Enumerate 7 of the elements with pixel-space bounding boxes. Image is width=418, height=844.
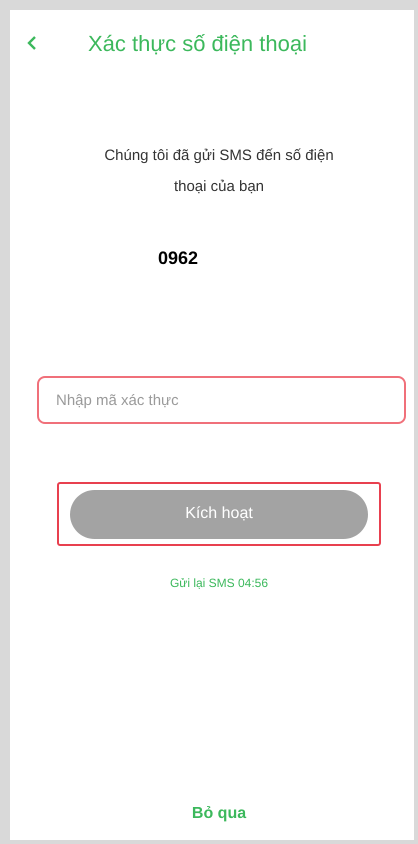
verification-code-field[interactable]: Nhập mã xác thực [37,376,406,424]
back-icon [27,35,37,51]
screen-title: Xác thực số điện thoại [88,30,307,58]
sms-sent-message: Chúng tôi đã gửi SMS đến số điện thoại của bạn [103,146,335,197]
phone-number: 0962 [158,247,198,270]
skip-link[interactable]: Bỏ qua [192,802,246,826]
resend-sms-link[interactable]: Gửi lại SMS 04:56 [170,574,268,592]
